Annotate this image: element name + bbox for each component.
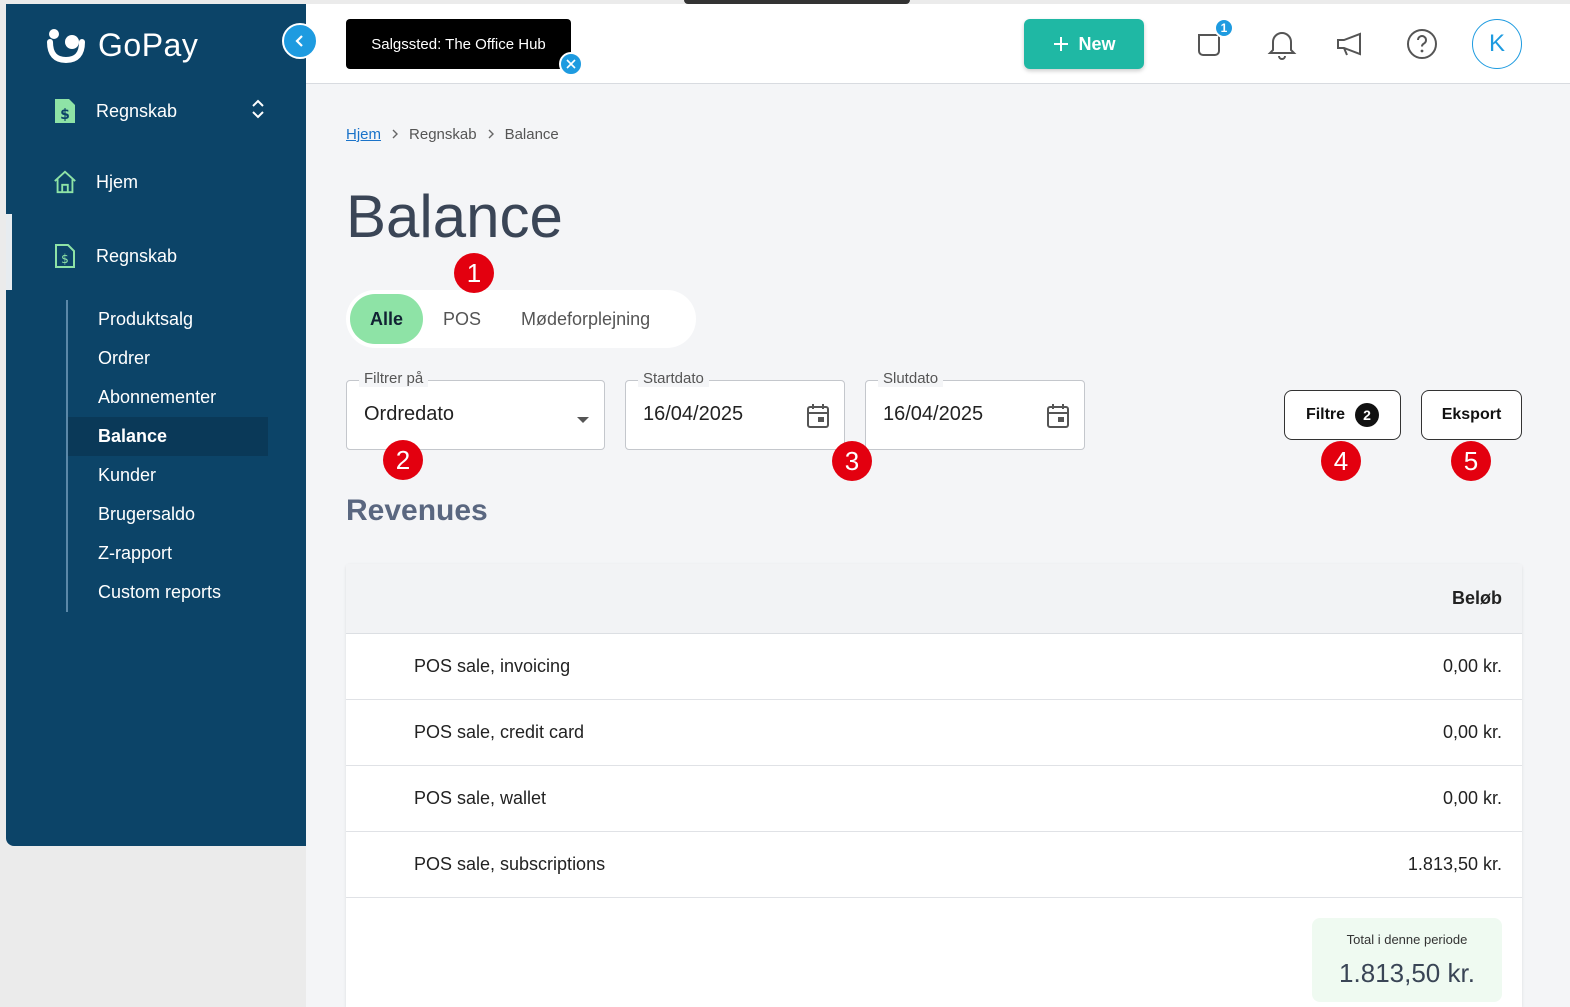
amount-column-header[interactable]: Beløb bbox=[1452, 588, 1502, 609]
sidebar-item-balance[interactable]: Balance bbox=[68, 417, 268, 456]
new-button[interactable]: New bbox=[1024, 19, 1144, 69]
sidebar-item-accounting-label: Regnskab bbox=[96, 245, 178, 266]
notifications-button[interactable] bbox=[1262, 24, 1302, 64]
tab-modeforplejning[interactable]: Mødeforplejning bbox=[501, 294, 670, 344]
new-button-label: New bbox=[1078, 33, 1116, 54]
row-amount: 0,00 kr. bbox=[1442, 656, 1502, 676]
dropdown-arrow-icon bbox=[576, 411, 590, 429]
gopay-logo-icon bbox=[46, 26, 88, 64]
section-title-revenues: Revenues bbox=[346, 494, 488, 527]
row-amount: 1.813,50 kr. bbox=[1407, 854, 1502, 874]
page-title: Balance bbox=[346, 183, 563, 250]
period-total-value: 1.813,50 kr. bbox=[1339, 958, 1475, 988]
svg-text:$: $ bbox=[61, 252, 69, 266]
accounting-doc-icon: $ bbox=[52, 98, 78, 124]
row-label: POS sale, subscriptions bbox=[414, 854, 606, 874]
end-date-value: 16/04/2025 bbox=[883, 403, 984, 425]
close-icon bbox=[566, 59, 576, 69]
sidebar-item-home[interactable]: Hjem bbox=[6, 159, 306, 205]
breadcrumb-parent[interactable]: Regnskab bbox=[409, 126, 477, 143]
table-row: POS sale, credit card 0,00 kr. bbox=[346, 700, 1522, 766]
filters-count-badge: 2 bbox=[1355, 403, 1380, 427]
filters-button-label: Filtre bbox=[1305, 406, 1346, 423]
chevron-left-icon bbox=[295, 35, 303, 47]
orders-badge: 1 bbox=[1214, 18, 1234, 38]
start-date-label: Startdato bbox=[638, 370, 709, 387]
start-date-field[interactable]: Startdato 16/04/2025 bbox=[625, 370, 845, 450]
help-button[interactable] bbox=[1402, 24, 1442, 64]
row-amount: 0,00 kr. bbox=[1442, 722, 1502, 742]
sidebar-item-accounting[interactable]: $ Regnskab bbox=[6, 230, 306, 282]
row-amount: 0,00 kr. bbox=[1442, 788, 1502, 808]
table-row: POS sale, wallet 0,00 kr. bbox=[346, 766, 1522, 832]
home-icon bbox=[52, 169, 78, 195]
filter-on-value: Ordredato bbox=[364, 403, 455, 425]
period-total-card: Total i denne periode 1.813,50 kr. bbox=[1312, 918, 1502, 1002]
breadcrumb-current: Balance bbox=[504, 126, 559, 143]
end-date-field[interactable]: Slutdato 16/04/2025 bbox=[865, 370, 1085, 450]
breadcrumb-home-link[interactable]: Hjem bbox=[346, 126, 381, 143]
annotation-marker-5: 5 bbox=[1451, 441, 1491, 481]
sidebar-item-home-label: Hjem bbox=[96, 171, 139, 192]
category-tabs: Alle POS Mødeforplejning bbox=[346, 290, 696, 348]
annotation-marker-3: 3 bbox=[832, 441, 872, 481]
clear-location-button[interactable] bbox=[559, 52, 583, 76]
row-label: POS sale, credit card bbox=[414, 722, 585, 742]
row-label: POS sale, invoicing bbox=[414, 656, 571, 676]
sidebar-item-ordrer[interactable]: Ordrer bbox=[68, 339, 268, 378]
chevron-up-down-icon[interactable] bbox=[250, 98, 266, 125]
filter-on-select[interactable]: Filtrer på Ordredato bbox=[346, 370, 605, 450]
filter-on-label: Filtrer på bbox=[359, 370, 429, 387]
sidebar-item-abonnementer[interactable]: Abonnementer bbox=[68, 378, 268, 417]
sidebar-item-produktsalg[interactable]: Produktsalg bbox=[68, 300, 268, 339]
revenues-table: Beløb POS sale, invoicing 0,00 kr. POS s… bbox=[346, 564, 1522, 1007]
top-scroll-indicator bbox=[684, 0, 910, 4]
collapse-sidebar-button[interactable] bbox=[282, 23, 318, 59]
annotation-marker-1: 1 bbox=[454, 253, 494, 293]
table-row: POS sale, invoicing 0,00 kr. bbox=[346, 634, 1522, 700]
period-total-label: Total i denne periode bbox=[1346, 932, 1468, 947]
accounting-subnav: Produktsalg Ordrer Abonnementer Balance … bbox=[66, 300, 268, 612]
chevron-right-icon bbox=[391, 126, 399, 143]
sidebar-item-brugersaldo[interactable]: Brugersaldo bbox=[68, 495, 268, 534]
start-date-value: 16/04/2025 bbox=[643, 403, 744, 425]
filters-button[interactable]: Filtre 2 bbox=[1284, 390, 1401, 440]
breadcrumb: Hjem Regnskab Balance bbox=[346, 126, 559, 143]
export-button[interactable]: Eksport bbox=[1421, 390, 1522, 440]
orders-cup-button[interactable]: 1 bbox=[1192, 18, 1234, 64]
table-row: POS sale, subscriptions 1.813,50 kr. bbox=[346, 832, 1522, 898]
chevron-right-icon bbox=[487, 126, 495, 143]
sidebar-item-z-rapport[interactable]: Z-rapport bbox=[68, 534, 268, 573]
announcements-button[interactable] bbox=[1332, 24, 1372, 64]
bell-icon bbox=[1267, 32, 1297, 60]
sidebar-item-kunder[interactable]: Kunder bbox=[68, 456, 268, 495]
megaphone-icon bbox=[1337, 32, 1361, 56]
calendar-icon[interactable] bbox=[806, 403, 830, 434]
plus-icon bbox=[1054, 37, 1069, 51]
annotation-marker-2: 2 bbox=[383, 440, 423, 480]
tab-pos[interactable]: POS bbox=[423, 294, 501, 344]
module-selector-label: Regnskab bbox=[96, 100, 178, 121]
table-header: Beløb bbox=[346, 564, 1522, 634]
brand-logo[interactable]: GoPay bbox=[46, 26, 198, 64]
tab-alle[interactable]: Alle bbox=[350, 294, 424, 344]
user-avatar[interactable]: K bbox=[1472, 19, 1522, 69]
annotation-marker-4: 4 bbox=[1321, 441, 1361, 481]
main-content: Salgssted: The Office Hub New 1 K Hjem R… bbox=[306, 4, 1570, 1007]
accounting-icon: $ bbox=[52, 243, 78, 269]
svg-text:$: $ bbox=[60, 107, 70, 123]
top-bar: Salgssted: The Office Hub New 1 K bbox=[306, 4, 1570, 84]
sidebar: GoPay $ Regnskab Hjem $ Regnskab Produkt… bbox=[6, 4, 306, 846]
calendar-icon[interactable] bbox=[1046, 403, 1070, 434]
help-icon bbox=[1407, 29, 1437, 59]
brand-name: GoPay bbox=[98, 26, 199, 63]
end-date-label: Slutdato bbox=[878, 370, 944, 387]
sidebar-item-custom-reports[interactable]: Custom reports bbox=[68, 573, 268, 612]
row-label: POS sale, wallet bbox=[414, 788, 547, 808]
location-chip[interactable]: Salgssted: The Office Hub bbox=[346, 19, 571, 69]
